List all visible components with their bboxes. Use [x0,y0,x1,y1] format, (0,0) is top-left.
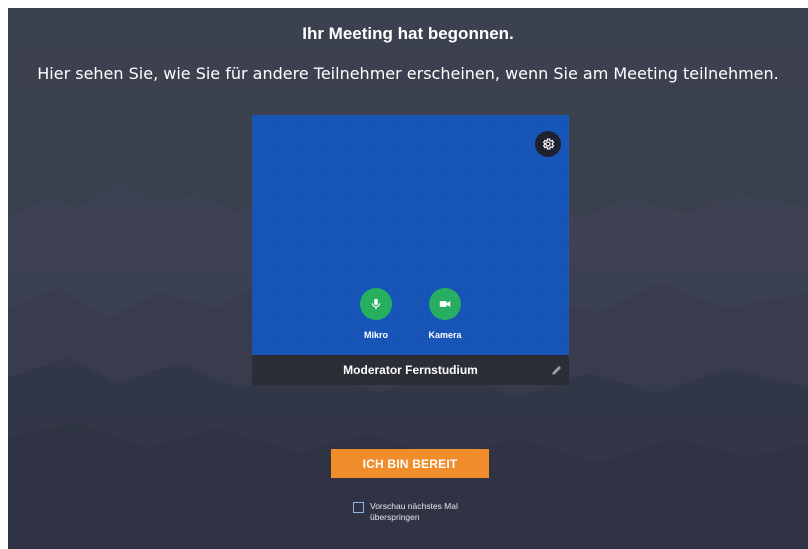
microphone-label: Mikro [363,330,388,340]
meeting-started-heading: Ihr Meeting hat begonnen. [302,24,514,43]
camera-label: Kamera [428,330,462,340]
skip-preview-option[interactable]: Vorschau nächstes Mal überspringen [353,501,490,523]
ready-button[interactable]: ICH BIN BEREIT [331,449,489,478]
skip-preview-label: Vorschau nächstes Mal überspringen [370,501,490,523]
microphone-control: Mikro [351,288,401,340]
skip-preview-label-line1: Vorschau nächstes Mal [370,501,458,511]
pencil-icon[interactable] [551,364,563,376]
preview-description: Hier sehen Sie, wie Sie für andere Teiln… [37,64,779,83]
camera-icon [439,301,451,307]
self-video-preview: Mikro Kamera Moderator Fernstudium [252,115,569,385]
gear-icon [542,138,555,150]
skip-preview-checkbox[interactable] [353,502,364,513]
camera-control: Kamera [420,288,470,340]
skip-preview-label-line2: überspringen [370,512,420,522]
meeting-preview-screen: Ihr Meeting hat begonnen. Hier sehen Sie… [8,8,808,549]
participant-name-bar: Moderator Fernstudium [252,355,569,385]
participant-name: Moderator Fernstudium [343,363,478,377]
microphone-toggle-button[interactable] [360,288,392,320]
camera-toggle-button[interactable] [429,288,461,320]
settings-button[interactable] [535,131,561,157]
microphone-icon [371,298,381,310]
